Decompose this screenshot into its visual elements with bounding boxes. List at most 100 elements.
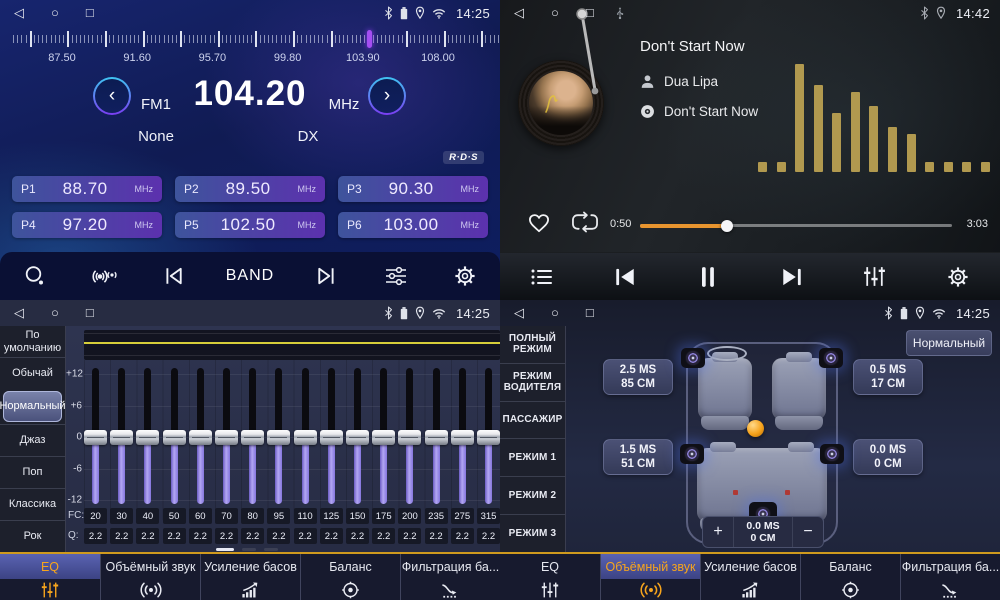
slider-handle[interactable] bbox=[320, 430, 343, 445]
rear-left-delay-button[interactable]: 1.5 MS 51 CM bbox=[603, 439, 673, 475]
slider-handle[interactable] bbox=[451, 430, 474, 445]
eq-band-slider-12[interactable] bbox=[372, 368, 395, 508]
eq-band-slider-5[interactable] bbox=[189, 368, 212, 508]
slider-handle[interactable] bbox=[84, 430, 107, 445]
next-track-icon[interactable] bbox=[775, 266, 809, 288]
eq-preset-item[interactable]: Классика bbox=[0, 488, 65, 520]
slider-handle[interactable] bbox=[425, 430, 448, 445]
listener-position-marker[interactable] bbox=[747, 420, 764, 437]
eq-preset-item[interactable]: Поп bbox=[0, 456, 65, 488]
home-icon[interactable]: ○ bbox=[551, 0, 559, 26]
eq-band-slider-9[interactable] bbox=[294, 368, 317, 508]
previous-station-icon[interactable] bbox=[156, 266, 190, 286]
next-station-icon[interactable] bbox=[310, 266, 344, 286]
eq-band-slider-13[interactable] bbox=[398, 368, 421, 508]
eq-preset-item[interactable]: Рок bbox=[0, 520, 65, 552]
previous-track-icon[interactable] bbox=[608, 266, 642, 288]
eq-band-slider-3[interactable] bbox=[136, 368, 159, 508]
preset-P1-button[interactable]: P1 88.70 MHz bbox=[12, 176, 162, 202]
settings-gear-icon[interactable] bbox=[941, 266, 975, 288]
eq-preset-item[interactable]: По умолчанию bbox=[0, 326, 65, 357]
recents-icon[interactable]: □ bbox=[86, 0, 94, 26]
preset-P5-button[interactable]: P5 102.50 MHz bbox=[175, 212, 325, 238]
tab-surround-sound[interactable]: Объёмный звук bbox=[600, 554, 700, 600]
eq-preset-item[interactable]: Джаз bbox=[0, 424, 65, 456]
scan-icon[interactable] bbox=[18, 265, 52, 287]
back-icon[interactable]: ◁ bbox=[514, 0, 524, 26]
listening-mode-item[interactable]: РЕЖИМ 2 bbox=[500, 476, 565, 514]
pause-icon[interactable] bbox=[691, 265, 725, 289]
playlist-icon[interactable] bbox=[525, 267, 559, 287]
repeat-icon[interactable] bbox=[570, 211, 600, 233]
back-icon[interactable]: ◁ bbox=[514, 300, 524, 326]
slider-handle[interactable] bbox=[189, 430, 212, 445]
preset-P6-button[interactable]: P6 103.00 MHz bbox=[338, 212, 488, 238]
eq-band-slider-2[interactable] bbox=[110, 368, 133, 508]
slider-handle[interactable] bbox=[163, 430, 186, 445]
tab-filter-curve[interactable]: Фильтрация ба... bbox=[400, 554, 500, 600]
slider-handle[interactable] bbox=[398, 430, 421, 445]
tab-eq-sliders[interactable]: EQ bbox=[0, 554, 100, 600]
eq-preset-item[interactable]: Обычай bbox=[0, 357, 65, 389]
tab-balance-target[interactable]: Баланс bbox=[300, 554, 400, 600]
eq-band-slider-1[interactable] bbox=[84, 368, 107, 508]
eq-band-slider-8[interactable] bbox=[267, 368, 290, 508]
tab-surround-sound[interactable]: Объёмный звук bbox=[100, 554, 200, 600]
back-icon[interactable]: ◁ bbox=[14, 300, 24, 326]
recents-icon[interactable]: □ bbox=[586, 0, 594, 26]
recents-icon[interactable]: □ bbox=[86, 300, 94, 326]
back-icon[interactable]: ◁ bbox=[14, 0, 24, 26]
eq-band-slider-7[interactable] bbox=[241, 368, 264, 508]
subwoofer-plus-button[interactable]: + bbox=[703, 517, 733, 547]
eq-band-slider-14[interactable] bbox=[425, 368, 448, 508]
profile-button[interactable]: Нормальный bbox=[906, 330, 992, 356]
settings-gear-icon[interactable] bbox=[448, 265, 482, 287]
home-icon[interactable]: ○ bbox=[51, 0, 59, 26]
eq-band-slider-16[interactable] bbox=[477, 368, 500, 508]
preset-P2-button[interactable]: P2 89.50 MHz bbox=[175, 176, 325, 202]
listening-mode-item[interactable]: ПАССАЖИР bbox=[500, 401, 565, 439]
frequency-ruler[interactable] bbox=[6, 30, 494, 48]
slider-handle[interactable] bbox=[267, 430, 290, 445]
slider-handle[interactable] bbox=[372, 430, 395, 445]
equalizer-icon[interactable] bbox=[858, 265, 892, 288]
presets-sliders-icon[interactable] bbox=[379, 266, 413, 286]
progress-slider[interactable] bbox=[640, 224, 952, 227]
eq-preset-item[interactable]: Нормальный bbox=[3, 391, 62, 422]
front-right-delay-button[interactable]: 0.5 MS 17 CM bbox=[853, 359, 923, 395]
slider-handle[interactable] bbox=[477, 430, 500, 445]
home-icon[interactable]: ○ bbox=[551, 300, 559, 326]
slider-handle[interactable] bbox=[346, 430, 369, 445]
eq-band-slider-10[interactable] bbox=[320, 368, 343, 508]
slider-handle[interactable] bbox=[241, 430, 264, 445]
seek-up-button[interactable]: › bbox=[368, 77, 406, 115]
band-button[interactable]: BAND bbox=[226, 267, 274, 285]
preset-P4-button[interactable]: P4 97.20 MHz bbox=[12, 212, 162, 238]
listening-mode-item[interactable]: РЕЖИМ ВОДИТЕЛЯ bbox=[500, 363, 565, 401]
eq-band-slider-15[interactable] bbox=[451, 368, 474, 508]
progress-thumb[interactable] bbox=[721, 220, 733, 232]
listening-mode-item[interactable]: РЕЖИМ 3 bbox=[500, 514, 565, 552]
slider-handle[interactable] bbox=[136, 430, 159, 445]
tab-filter-curve[interactable]: Фильтрация ба... bbox=[900, 554, 1000, 600]
seek-down-button[interactable]: ‹ bbox=[93, 77, 131, 115]
slider-handle[interactable] bbox=[294, 430, 317, 445]
tab-bass-boost[interactable]: Усиление басов bbox=[700, 554, 800, 600]
subwoofer-minus-button[interactable]: − bbox=[793, 517, 823, 547]
tab-eq-sliders[interactable]: EQ bbox=[500, 554, 600, 600]
preset-P3-button[interactable]: P3 90.30 MHz bbox=[338, 176, 488, 202]
eq-band-slider-6[interactable] bbox=[215, 368, 238, 508]
rear-right-delay-button[interactable]: 0.0 MS 0 CM bbox=[853, 439, 923, 475]
slider-handle[interactable] bbox=[110, 430, 133, 445]
broadcast-icon[interactable] bbox=[87, 266, 121, 287]
tab-balance-target[interactable]: Баланс bbox=[800, 554, 900, 600]
eq-band-slider-4[interactable] bbox=[163, 368, 186, 508]
recents-icon[interactable]: □ bbox=[586, 300, 594, 326]
tab-bass-boost[interactable]: Усиление басов bbox=[200, 554, 300, 600]
slider-handle[interactable] bbox=[215, 430, 238, 445]
eq-band-slider-11[interactable] bbox=[346, 368, 369, 508]
home-icon[interactable]: ○ bbox=[51, 300, 59, 326]
front-left-delay-button[interactable]: 2.5 MS 85 CM bbox=[603, 359, 673, 395]
favorite-heart-icon[interactable] bbox=[526, 211, 552, 234]
listening-mode-item[interactable]: ПОЛНЫЙ РЕЖИМ bbox=[500, 326, 565, 363]
